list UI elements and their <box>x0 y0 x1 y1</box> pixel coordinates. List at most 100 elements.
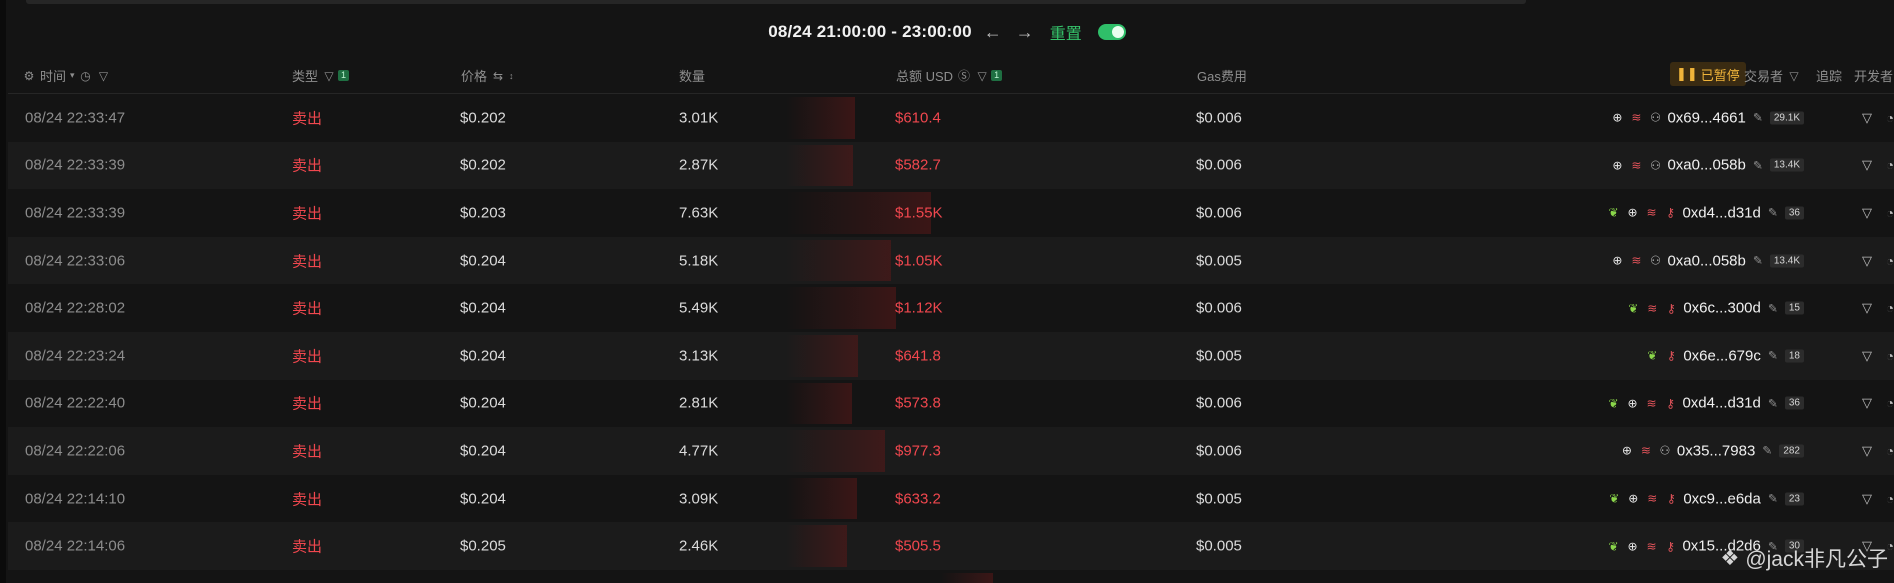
header-developer[interactable]: 开发者 <box>1854 66 1893 85</box>
row-trader[interactable]: ❦ ⚷ 0x6e...679c ✎ 18 <box>1645 347 1804 364</box>
row-gas: $0.005 <box>1196 252 1242 270</box>
row-total: $573.8 <box>895 394 941 412</box>
filter-icon[interactable]: ▽ <box>97 69 111 83</box>
track-icon[interactable]: ◔ <box>1886 205 1894 220</box>
table-row[interactable]: 08/24 22:14:10 卖出 $0.204 3.09K $633.2 $0.005 ❦… <box>8 475 1894 523</box>
trade-count-badge: 13.4K <box>1769 158 1804 172</box>
next-range-arrow-icon[interactable]: → <box>1014 22 1036 43</box>
trader-address[interactable]: 0x35...7983 <box>1677 442 1755 459</box>
header-type[interactable]: 类型 ▽ 1 <box>292 66 350 85</box>
row-trader[interactable]: ❦ ⊕ ≋ ⚷ 0xd4...d31d ✎ 36 <box>1606 395 1804 412</box>
filter-icon[interactable]: ▽ <box>1862 253 1872 269</box>
row-trader[interactable]: ❦ ≋ ⚷ 0x6c...300d ✎ 15 <box>1626 300 1804 317</box>
edit-icon[interactable]: ✎ <box>1766 301 1780 315</box>
paused-button[interactable]: ❚❚ 已暂停 <box>1670 62 1746 86</box>
swap-icon[interactable]: ⇆ <box>491 69 505 83</box>
track-icon[interactable]: ◔ <box>1886 110 1894 125</box>
header-time[interactable]: ⚙ 时间 ▾ ◷ ▽ <box>22 66 111 85</box>
edit-icon[interactable]: ✎ <box>1766 206 1780 220</box>
trader-address[interactable]: 0x6e...679c <box>1683 347 1761 364</box>
bot-icon: ⚇ <box>1659 443 1671 458</box>
header-tracking[interactable]: 追踪 <box>1816 66 1842 85</box>
row-type: 卖出 <box>292 110 323 128</box>
trader-address[interactable]: 0xa0...058b <box>1667 252 1745 269</box>
filter-icon[interactable]: ▽ <box>1787 69 1801 83</box>
filter-icon[interactable]: ▽ <box>1862 110 1872 126</box>
row-gas: $0.006 <box>1196 204 1242 222</box>
table-row[interactable]: 08/24 22:28:02 卖出 $0.204 5.49K $1.12K $0.006 ❦… <box>8 284 1894 332</box>
clock-icon[interactable]: ◷ <box>79 69 93 83</box>
row-trader[interactable]: ⊕ ≋ ⚇ 0xa0...058b ✎ 13.4K <box>1610 252 1804 269</box>
track-icon[interactable]: ◔ <box>1886 158 1894 173</box>
trader-address[interactable]: 0xa0...058b <box>1667 157 1745 174</box>
track-icon[interactable]: ◔ <box>1886 491 1894 506</box>
table-row[interactable]: 08/24 22:23:24 卖出 $0.204 3.13K $641.8 $0.005 ❦… <box>8 331 1894 380</box>
header-trader[interactable]: 交易者 ▽ <box>1744 66 1801 85</box>
edit-icon[interactable]: ✎ <box>1751 254 1765 268</box>
key-icon: ⚷ <box>1666 348 1676 363</box>
row-trader[interactable]: ⊕ ≋ ⚇ 0xa0...058b ✎ 13.4K <box>1610 157 1804 174</box>
settings-icon[interactable]: ⚙ <box>22 69 36 83</box>
row-time: 08/24 22:33:39 <box>25 204 126 222</box>
track-icon[interactable]: ◔ <box>1886 443 1894 458</box>
filter-icon[interactable]: ▽ <box>1862 348 1872 364</box>
leaf-icon: ❦ <box>1647 348 1658 363</box>
trader-address[interactable]: 0xd4...d31d <box>1682 395 1760 412</box>
trader-address[interactable]: 0xc9...e6da <box>1683 490 1761 507</box>
table-row[interactable]: 08/24 22:33:39 卖出 $0.203 7.63K $1.55K $0.006 ❦… <box>8 189 1894 237</box>
trade-count-badge: 282 <box>1779 444 1804 458</box>
filter-icon[interactable]: ▽ <box>1862 443 1872 459</box>
track-icon[interactable]: ◔ <box>1886 396 1894 411</box>
key-icon: ⚷ <box>1666 396 1675 411</box>
track-icon[interactable]: ◔ <box>1886 253 1894 268</box>
table-row[interactable]: 08/24 22:14:06 卖出 $0.205 2.46K $505.5 $0.005 ❦… <box>8 522 1894 570</box>
time-range-bar: 08/24 21:00:00 - 23:00:00 ← → 重置 <box>0 18 1894 46</box>
row-time: 08/24 22:14:06 <box>25 537 126 555</box>
table-row[interactable]: 08/24 22:22:40 卖出 $0.204 2.81K $573.8 $0.006 ❦… <box>8 380 1894 428</box>
trader-address[interactable]: 0x6c...300d <box>1683 300 1761 317</box>
currency-icon[interactable]: Ⓢ <box>957 69 971 83</box>
edit-icon[interactable]: ✎ <box>1751 158 1765 172</box>
filter-icon[interactable]: ▽ <box>1862 491 1872 507</box>
reset-button[interactable]: 重置 <box>1050 20 1082 44</box>
target-icon: ⊕ <box>1627 205 1638 220</box>
total-heatbar <box>786 144 853 187</box>
filter-icon[interactable]: ▽ <box>1862 395 1872 411</box>
row-gas: $0.006 <box>1196 394 1242 412</box>
edit-icon[interactable]: ✎ <box>1751 111 1765 125</box>
track-icon[interactable]: ◔ <box>1886 301 1894 316</box>
row-trader[interactable]: ❦ ⊕ ≋ ⚷ 0xc9...e6da ✎ 23 <box>1607 490 1804 507</box>
trader-address[interactable]: 0x69...4661 <box>1667 109 1745 126</box>
edit-icon[interactable]: ✎ <box>1766 492 1780 506</box>
edit-icon[interactable]: ✎ <box>1766 396 1780 410</box>
filter-icon[interactable]: ▽ <box>322 69 336 83</box>
header-total[interactable]: 总额 USD Ⓢ ▽ 1 <box>896 66 1003 85</box>
layers-icon: ≋ <box>1646 539 1657 554</box>
sort-icon[interactable]: ↕ <box>509 71 514 81</box>
edit-icon[interactable]: ✎ <box>1760 444 1774 458</box>
filter-icon[interactable]: ▽ <box>975 69 989 83</box>
left-edge <box>0 0 6 583</box>
filter-icon[interactable]: ▽ <box>1862 157 1872 173</box>
filter-icon[interactable]: ▽ <box>1862 300 1872 316</box>
header-qty[interactable]: 数量 <box>679 66 705 85</box>
layers-icon: ≋ <box>1640 443 1651 458</box>
table-row[interactable]: 08/24 22:33:39 卖出 $0.202 2.87K $582.7 $0.006 ⊕… <box>8 141 1894 190</box>
edit-icon[interactable]: ✎ <box>1766 349 1780 363</box>
row-trader[interactable]: ⊕ ≋ ⚇ 0x35...7983 ✎ 282 <box>1620 442 1804 459</box>
row-qty: 3.09K <box>679 490 719 508</box>
trader-address[interactable]: 0xd4...d31d <box>1682 204 1760 221</box>
row-trader[interactable]: ⊕ ≋ ⚇ 0x69...4661 ✎ 29.1K <box>1610 109 1804 126</box>
table-row[interactable]: 08/24 22:33:47 卖出 $0.202 3.01K $610.4 $0.006 ⊕… <box>8 94 1894 142</box>
prev-range-arrow-icon[interactable]: ← <box>982 22 1004 43</box>
pause-icon: ❚❚ <box>1676 66 1698 81</box>
table-row[interactable]: 08/24 22:22:06 卖出 $0.204 4.77K $977.3 $0.006 ⊕… <box>8 427 1894 475</box>
header-price[interactable]: 价格 ⇆ ↕ <box>461 66 514 85</box>
sort-icon[interactable]: ▾ <box>70 70 75 81</box>
track-icon[interactable]: ◔ <box>1886 348 1894 363</box>
filter-icon[interactable]: ▽ <box>1862 205 1872 221</box>
row-trader[interactable]: ❦ ⊕ ≋ ⚷ 0xd4...d31d ✎ 36 <box>1606 204 1804 221</box>
range-toggle[interactable] <box>1097 24 1126 40</box>
table-row[interactable]: 08/24 22:33:06 卖出 $0.204 5.18K $1.05K $0.005 ⊕… <box>8 236 1894 285</box>
row-price: $0.204 <box>460 442 506 460</box>
